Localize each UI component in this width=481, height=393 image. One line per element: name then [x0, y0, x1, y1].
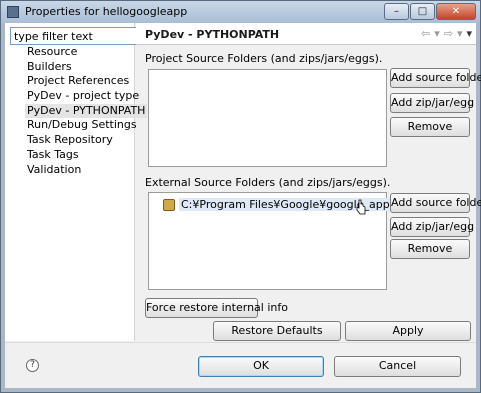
nav-item-pydev-project-type[interactable]: PyDev - project type	[27, 89, 147, 104]
window-controls: – □ ✕	[383, 3, 476, 20]
nav-item-resource[interactable]: Resource	[27, 45, 147, 60]
nav-item-task-repository[interactable]: Task Repository	[27, 133, 147, 148]
add-external-folder-button[interactable]: Add source folder	[390, 193, 481, 213]
nav-item-task-tags[interactable]: Task Tags	[27, 148, 147, 163]
apply-button[interactable]: Apply	[345, 321, 471, 341]
add-external-zip-button[interactable]: Add zip/jar/egg	[390, 217, 474, 237]
filter-input[interactable]	[10, 27, 138, 45]
title-bar[interactable]: Properties for hellogoogleapp – □ ✕	[1, 1, 480, 23]
window-title: Properties for hellogoogleapp	[25, 5, 188, 18]
external-sources-label: External Source Folders (and zips/jars/e…	[145, 176, 391, 189]
remove-button[interactable]: Remove	[390, 117, 470, 137]
hand-cursor-icon	[356, 199, 366, 215]
page-title: PyDev - PYTHONPATH	[145, 28, 280, 41]
nav-item-pydev-pythonpath[interactable]: PyDev - PYTHONPATH	[25, 103, 148, 119]
restore-defaults-button[interactable]: Restore Defaults	[213, 321, 341, 341]
ok-button[interactable]: OK	[198, 356, 324, 377]
nav-item-project-references[interactable]: Project References	[27, 74, 147, 89]
properties-window: Properties for hellogoogleapp – □ ✕ Reso…	[0, 0, 481, 393]
external-sources-list[interactable]: C:¥Program Files¥Google¥google_appengine	[148, 192, 430, 290]
nav-item-validation[interactable]: Validation	[27, 163, 147, 178]
library-jar-icon	[163, 198, 175, 211]
page-header: PyDev - PYTHONPATH ⇦ ▾ ⇨ ▾ ▾	[136, 23, 476, 45]
project-sources-label: Project Source Folders (and zips/jars/eg…	[145, 52, 383, 65]
forward-arrow-icon[interactable]: ⇨	[444, 27, 453, 40]
dialog-client-area: Resource Builders Project References PyD…	[5, 23, 481, 388]
nav-item-run-debug-settings[interactable]: Run/Debug Settings	[27, 118, 147, 133]
dropdown-icon[interactable]: ▾	[457, 27, 463, 40]
force-restore-button[interactable]: Force restore internal info	[145, 298, 288, 318]
left-panel: Resource Builders Project References PyD…	[5, 23, 148, 341]
app-icon	[7, 6, 19, 18]
project-sources-list[interactable]	[148, 69, 387, 167]
add-source-folder-button[interactable]: Add source folder	[390, 68, 481, 88]
cancel-button[interactable]: Cancel	[334, 356, 461, 377]
minimize-button[interactable]: –	[384, 3, 409, 20]
view-menu-icon[interactable]: ▾	[466, 27, 472, 40]
nav-list: Resource Builders Project References PyD…	[25, 45, 148, 178]
page-nav: ⇦ ▾ ⇨ ▾ ▾	[417, 27, 472, 40]
remove-external-button[interactable]: Remove	[390, 239, 470, 259]
dropdown-icon[interactable]: ▾	[434, 27, 440, 40]
help-icon[interactable]: ?	[26, 359, 39, 372]
nav-item-builders[interactable]: Builders	[27, 60, 147, 75]
add-zip-jar-egg-button[interactable]: Add zip/jar/egg	[390, 93, 474, 113]
maximize-button[interactable]: □	[410, 3, 435, 20]
dialog-separator	[5, 342, 476, 343]
close-button[interactable]: ✕	[436, 3, 476, 20]
back-arrow-icon[interactable]: ⇦	[421, 27, 430, 40]
